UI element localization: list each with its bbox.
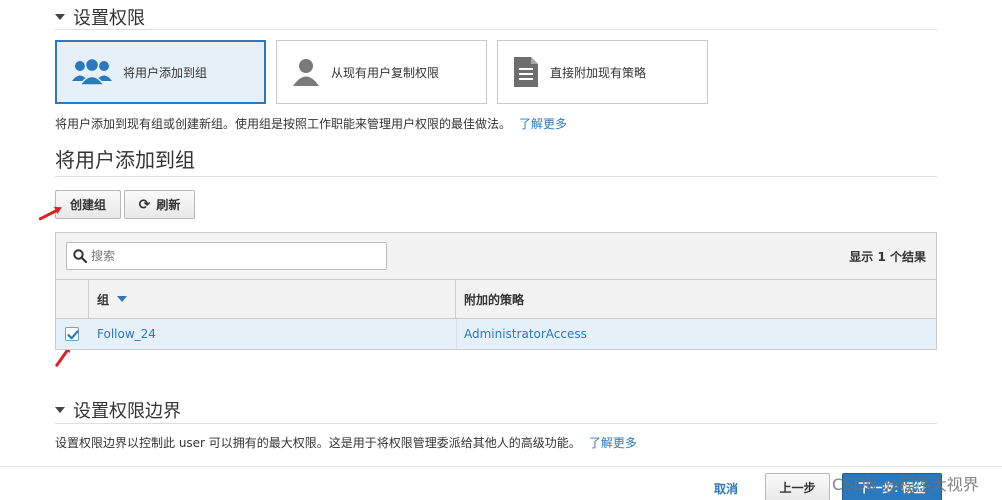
result-count: 显示 1 个结果: [849, 250, 926, 264]
column-header-group[interactable]: 组: [89, 280, 456, 318]
refresh-button[interactable]: ⟳ 刷新: [124, 190, 195, 219]
previous-button[interactable]: 上一步: [765, 473, 830, 500]
group-name-link[interactable]: Follow_24: [97, 327, 156, 341]
permissions-section-title: 设置权限: [73, 8, 145, 29]
divider: [55, 29, 937, 30]
collapse-triangle-icon: [55, 14, 65, 20]
column-header-policies[interactable]: 附加的策略: [456, 280, 936, 318]
option-attach-policies[interactable]: 直接附加现有策略: [497, 40, 708, 104]
refresh-icon: ⟳: [138, 196, 151, 213]
description-text: 设置权限边界以控制此 user 可以拥有的最大权限。这是用于将权限管理委派给其他…: [55, 436, 581, 450]
column-divider: [456, 319, 457, 349]
select-column-header: [56, 280, 89, 318]
sort-descending-icon[interactable]: [117, 296, 128, 302]
annotation-arrow: [54, 347, 70, 368]
permissions-section-header[interactable]: 设置权限: [55, 4, 145, 30]
learn-more-link[interactable]: 了解更多: [519, 117, 567, 131]
table-toolbar: 显示 1 个结果: [56, 233, 936, 280]
boundary-description: 设置权限边界以控制此 user 可以拥有的最大权限。这是用于将权限管理委派给其他…: [55, 434, 637, 451]
table-row[interactable]: Follow_24 AdministratorAccess: [56, 319, 936, 349]
policy-link[interactable]: AdministratorAccess: [464, 327, 587, 341]
column-header-group-label: 组: [97, 292, 110, 307]
user-icon: [293, 59, 319, 86]
groups-table: 显示 1 个结果 组 附加的策略 Follow_24 Administrator…: [55, 232, 937, 350]
option-label: 将用户添加到组: [123, 65, 208, 80]
watermark: CSDN @程序大视界: [832, 475, 979, 494]
add-to-group-title: 将用户添加到组: [55, 148, 195, 172]
footer-divider: [0, 466, 1002, 467]
column-header-policies-label: 附加的策略: [464, 292, 525, 307]
boundary-section-title: 设置权限边界: [73, 401, 181, 422]
table-header-row: 组 附加的策略: [56, 280, 936, 319]
description-text: 将用户添加到现有组或创建新组。使用组是按照工作职能来管理用户权限的最佳做法。: [55, 117, 512, 131]
cancel-button[interactable]: 取消: [714, 480, 738, 497]
search-input[interactable]: [91, 249, 371, 263]
row-checkbox[interactable]: [65, 327, 79, 341]
option-label: 直接附加现有策略: [550, 65, 647, 80]
checkmark-icon: [67, 330, 79, 340]
option-add-to-group[interactable]: 将用户添加到组: [55, 40, 266, 104]
divider: [55, 176, 937, 177]
search-icon: [73, 249, 87, 263]
option-label: 从现有用户复制权限: [331, 65, 440, 80]
create-group-button[interactable]: 创建组: [55, 190, 121, 219]
boundary-section-header[interactable]: 设置权限边界: [55, 397, 181, 423]
learn-more-link[interactable]: 了解更多: [589, 436, 637, 450]
collapse-triangle-icon: [55, 407, 65, 413]
divider: [55, 423, 937, 424]
search-box[interactable]: [66, 242, 387, 270]
option-copy-from-user[interactable]: 从现有用户复制权限: [276, 40, 487, 104]
group-icon: [72, 57, 112, 86]
refresh-label: 刷新: [156, 198, 181, 212]
document-icon: [514, 57, 538, 87]
permissions-description: 将用户添加到现有组或创建新组。使用组是按照工作职能来管理用户权限的最佳做法。 了解…: [55, 115, 567, 132]
